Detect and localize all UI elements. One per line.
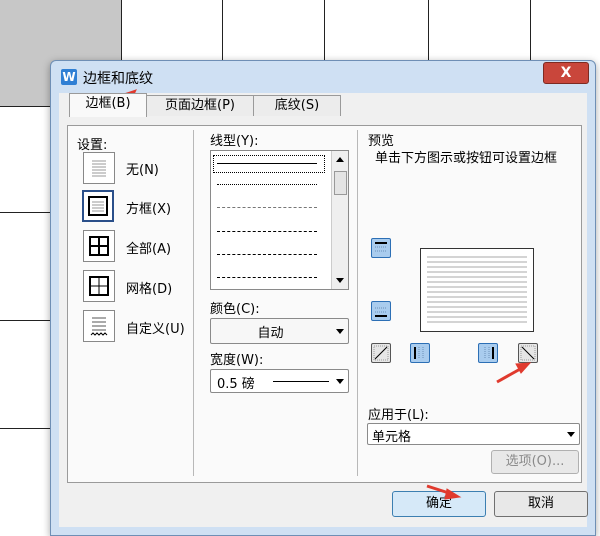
tab-label: 边框(B) bbox=[85, 96, 131, 111]
annotation-arrow bbox=[496, 362, 532, 384]
annotation-arrows bbox=[116, 89, 532, 500]
tab-borders[interactable]: 边框(B) bbox=[69, 93, 147, 117]
annotation-arrow bbox=[426, 484, 462, 500]
